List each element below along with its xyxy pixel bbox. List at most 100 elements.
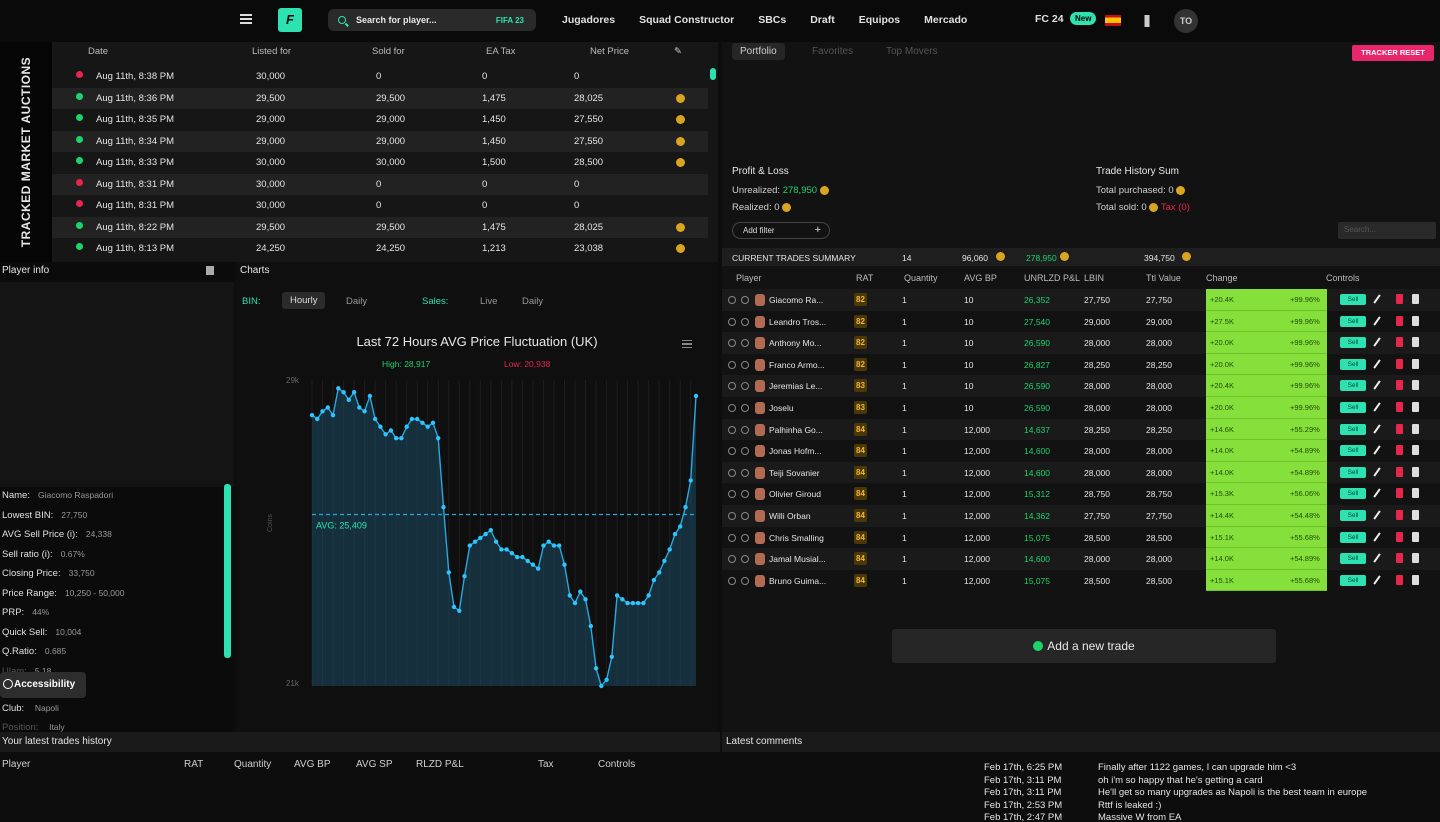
link-icon[interactable] (741, 296, 749, 304)
portfolio-search-input[interactable]: Search... (1338, 222, 1436, 239)
price-point[interactable] (635, 600, 641, 606)
price-point[interactable] (572, 600, 578, 606)
auction-row[interactable]: Aug 11th, 8:31 PM 30,000 0 0 0 (52, 173, 708, 195)
player-name[interactable]: Jamal Musial... (769, 554, 826, 564)
auction-row[interactable]: Aug 11th, 8:33 PM 30,000 30,000 1,500 28,500 (52, 152, 708, 173)
player-name[interactable]: Olivier Giroud (769, 489, 821, 499)
tab-favorites[interactable]: Favorites (812, 46, 853, 57)
price-point[interactable] (320, 409, 325, 414)
price-point[interactable] (483, 531, 488, 537)
price-point[interactable] (678, 524, 683, 529)
price-point[interactable] (541, 543, 546, 548)
auction-row[interactable]: Aug 11th, 8:34 PM 29,000 29,000 1,450 27,550 (52, 130, 708, 152)
link-icon[interactable] (741, 404, 749, 412)
price-point[interactable] (536, 566, 541, 571)
sell-button[interactable]: Sell (1340, 445, 1366, 457)
price-point[interactable] (672, 531, 678, 537)
edit-icon[interactable] (1373, 359, 1381, 369)
sell-button[interactable]: Sell (1340, 315, 1366, 327)
edit-icon[interactable] (1373, 402, 1381, 412)
player-name[interactable]: Jeremias Le... (769, 381, 822, 391)
price-point[interactable] (499, 547, 504, 552)
link-icon[interactable] (741, 360, 749, 369)
edit-icon[interactable] (1373, 467, 1381, 477)
eye-icon[interactable] (728, 447, 736, 456)
sell-button[interactable]: Sell (1340, 531, 1366, 543)
trade-row[interactable]: Joselu 83 1 10 26,590 28,000 28,000 +20.0K +99.9… (722, 397, 1440, 419)
edit-icon[interactable] (1373, 510, 1381, 520)
price-point[interactable] (457, 608, 462, 613)
price-point[interactable] (646, 593, 651, 598)
tab-top-movers[interactable]: Top Movers (886, 46, 938, 57)
price-point[interactable] (467, 543, 472, 548)
auction-row[interactable]: Aug 11th, 8:22 PM 29,500 29,500 1,475 28,025 (52, 216, 708, 238)
price-point[interactable] (409, 416, 415, 422)
price-point[interactable] (430, 420, 436, 425)
price-point[interactable] (604, 677, 609, 682)
price-point[interactable] (509, 551, 515, 556)
price-point[interactable] (388, 428, 394, 433)
link-icon[interactable] (741, 533, 749, 542)
price-point[interactable] (504, 547, 509, 552)
trash-icon[interactable] (1412, 402, 1419, 412)
link-icon[interactable] (741, 490, 749, 499)
trade-row[interactable]: Palhinha Go... 84 1 12,000 14,637 28,250 28,25… (722, 418, 1440, 441)
delete-icon[interactable] (1396, 466, 1403, 477)
price-point[interactable] (315, 416, 320, 422)
delete-icon[interactable] (1396, 445, 1403, 456)
auction-row[interactable]: Aug 11th, 8:31 PM 30,000 0 0 0 (52, 195, 708, 216)
price-point[interactable] (557, 543, 562, 548)
auctions-scrollbar[interactable] (710, 68, 716, 80)
price-point[interactable] (688, 478, 693, 483)
trash-icon[interactable] (1412, 488, 1419, 499)
player-name[interactable]: Teiji Sovanier (769, 468, 820, 478)
eye-icon[interactable] (728, 296, 736, 304)
price-point[interactable] (441, 505, 446, 510)
delete-icon[interactable] (1396, 553, 1403, 564)
price-point[interactable] (472, 539, 478, 544)
sell-button[interactable]: Sell (1340, 423, 1366, 435)
hist-col-avg-sp[interactable]: AVG SP (356, 759, 393, 770)
tab-live[interactable]: Live (480, 296, 497, 307)
edit-icon[interactable] (1373, 380, 1381, 391)
edit-icon[interactable] (1373, 423, 1381, 434)
price-point[interactable] (578, 589, 583, 594)
link-icon[interactable] (741, 468, 749, 477)
price-point[interactable] (657, 570, 662, 575)
tracker-reset-button[interactable]: TRACKER RESET (1352, 45, 1434, 61)
sell-button[interactable]: Sell (1340, 402, 1366, 413)
price-point[interactable] (520, 554, 525, 560)
price-point[interactable] (415, 416, 420, 422)
link-icon[interactable] (741, 425, 749, 434)
price-point[interactable] (683, 505, 688, 510)
trash-icon[interactable] (206, 266, 214, 275)
player-name[interactable]: Anthony Mo... (769, 338, 821, 348)
price-point[interactable] (546, 539, 551, 544)
price-point[interactable] (451, 604, 457, 610)
player-info-scrollbar[interactable] (224, 484, 231, 658)
trade-row[interactable]: Franco Armo... 82 1 10 26,827 28,250 28,250 +20… (722, 353, 1440, 376)
price-point[interactable] (367, 393, 373, 399)
trade-row[interactable]: Jeremias Le... 83 1 10 26,590 28,000 28,000 +20… (722, 375, 1440, 397)
price-point[interactable] (693, 393, 699, 399)
menu-icon[interactable] (240, 14, 252, 24)
edit-icon[interactable] (1373, 553, 1381, 563)
price-point[interactable] (341, 390, 346, 395)
trade-row[interactable]: Olivier Giroud 84 1 12,000 15,312 28,750 28,75… (722, 483, 1440, 505)
price-point[interactable] (404, 424, 409, 429)
price-point[interactable] (530, 562, 536, 567)
link-icon[interactable] (741, 317, 749, 326)
edit-icon[interactable] (1373, 531, 1381, 542)
price-point[interactable] (436, 436, 441, 441)
sell-button[interactable]: Sell (1340, 488, 1366, 500)
price-point[interactable] (325, 405, 330, 410)
trash-icon[interactable] (1412, 531, 1419, 542)
link-icon[interactable] (741, 512, 749, 520)
edit-icon[interactable] (1373, 337, 1381, 347)
hist-col-rlzd-pl[interactable]: RLZD P&L (416, 759, 464, 770)
header-change[interactable]: Change (1206, 273, 1238, 283)
trade-row[interactable]: Teiji Sovanier 84 1 12,000 14,600 28,000 28,00… (722, 461, 1440, 484)
price-point[interactable] (357, 405, 362, 410)
price-point[interactable] (372, 416, 378, 422)
price-point[interactable] (346, 397, 351, 402)
